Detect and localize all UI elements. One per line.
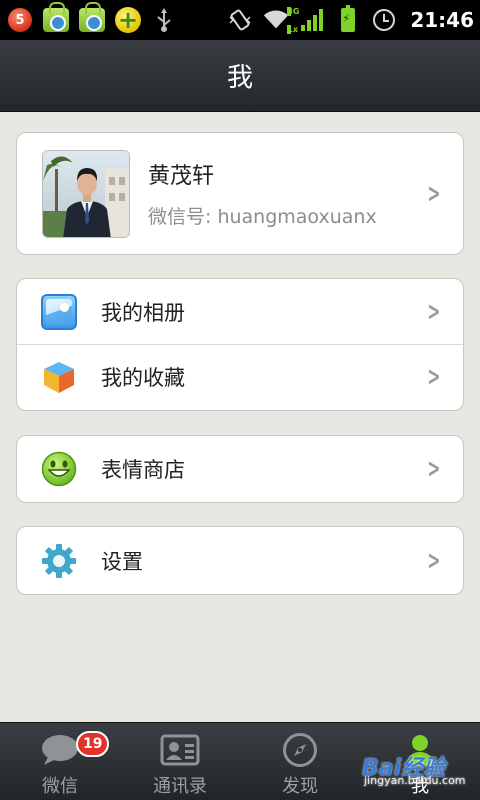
tab-contacts[interactable]: 通讯录 xyxy=(120,723,240,800)
menu-item-sticker-store[interactable]: 表情商店 > xyxy=(17,436,463,502)
wifi-icon xyxy=(262,6,290,34)
profile-card[interactable]: 黄茂轩 微信号: huangmaoxuanx > xyxy=(16,132,464,255)
market-bag-icon xyxy=(42,2,70,34)
menu-item-label: 表情商店 xyxy=(101,458,185,482)
gear-icon xyxy=(41,543,77,579)
title-bar: 我 xyxy=(0,40,480,112)
usb-icon xyxy=(150,6,178,34)
chevron-right-icon: > xyxy=(427,178,441,209)
status-bar-system: 3G 1x 21:46 xyxy=(226,5,474,34)
chevron-right-icon: > xyxy=(427,454,441,484)
tab-label: 通讯录 xyxy=(153,776,207,797)
status-bar: 5 + 3G 1x ⚡ 21:46 xyxy=(0,0,480,40)
menu-item-favorites[interactable]: 我的收藏 > xyxy=(17,344,463,409)
profile-name: 黄茂轩 xyxy=(148,164,215,189)
status-clock: 21:46 xyxy=(410,8,474,32)
tab-label: 发现 xyxy=(282,776,318,797)
menu-item-label: 我的收藏 xyxy=(101,366,185,390)
wechat-id-row: 微信号: huangmaoxuanx xyxy=(148,202,423,229)
contacts-card-icon xyxy=(160,732,200,768)
page-title: 我 xyxy=(226,63,253,93)
app-plus-icon: + xyxy=(114,6,142,34)
compass-icon xyxy=(280,732,320,768)
vibrate-icon xyxy=(226,6,254,34)
notification-count-icon: 5 xyxy=(6,6,34,34)
menu-item-settings[interactable]: 设置 > xyxy=(17,527,463,594)
profile-info: 黄茂轩 微信号: huangmaoxuanx xyxy=(148,158,423,229)
network-type-top: 3G xyxy=(287,7,300,16)
baidu-jingyan-watermark: Bai经验 jingyan.baidu.com xyxy=(362,750,466,787)
tab-label: 微信 xyxy=(42,776,78,797)
menu-item-label: 我的相册 xyxy=(101,300,185,325)
wechat-id-label: 微信号: xyxy=(148,206,212,228)
album-favorites-card: 我的相册 > 我的收藏 > xyxy=(16,278,464,411)
chevron-right-icon: > xyxy=(427,362,441,392)
alarm-clock-icon xyxy=(370,6,398,34)
tab-chats[interactable]: 微信 19 xyxy=(0,723,120,800)
menu-item-album[interactable]: 我的相册 > xyxy=(17,279,463,344)
smiley-face-icon xyxy=(41,451,77,487)
chat-bubble-icon xyxy=(40,732,80,768)
settings-card: 设置 > xyxy=(16,526,464,595)
battery-charging-icon xyxy=(334,5,362,34)
unread-count-badge: 19 xyxy=(76,731,110,757)
watermark-url: jingyan.baidu.com xyxy=(364,774,466,787)
chevron-right-icon: > xyxy=(427,545,441,576)
sticker-store-card: 表情商店 > xyxy=(16,435,464,503)
status-bar-notifications: 5 + xyxy=(6,2,178,34)
network-type-bottom: 1x xyxy=(287,25,299,34)
favorites-cube-icon xyxy=(41,359,77,395)
market-bag-icon xyxy=(78,2,106,34)
menu-item-label: 设置 xyxy=(101,549,143,574)
avatar xyxy=(42,149,130,238)
notification-count: 5 xyxy=(8,8,32,32)
tab-discover[interactable]: 发现 xyxy=(240,723,360,800)
wechat-id-value: huangmaoxuanx xyxy=(217,206,377,228)
cell-signal-icon: 3G 1x xyxy=(287,6,326,34)
photo-album-icon xyxy=(41,293,77,330)
chevron-right-icon: > xyxy=(427,296,441,327)
